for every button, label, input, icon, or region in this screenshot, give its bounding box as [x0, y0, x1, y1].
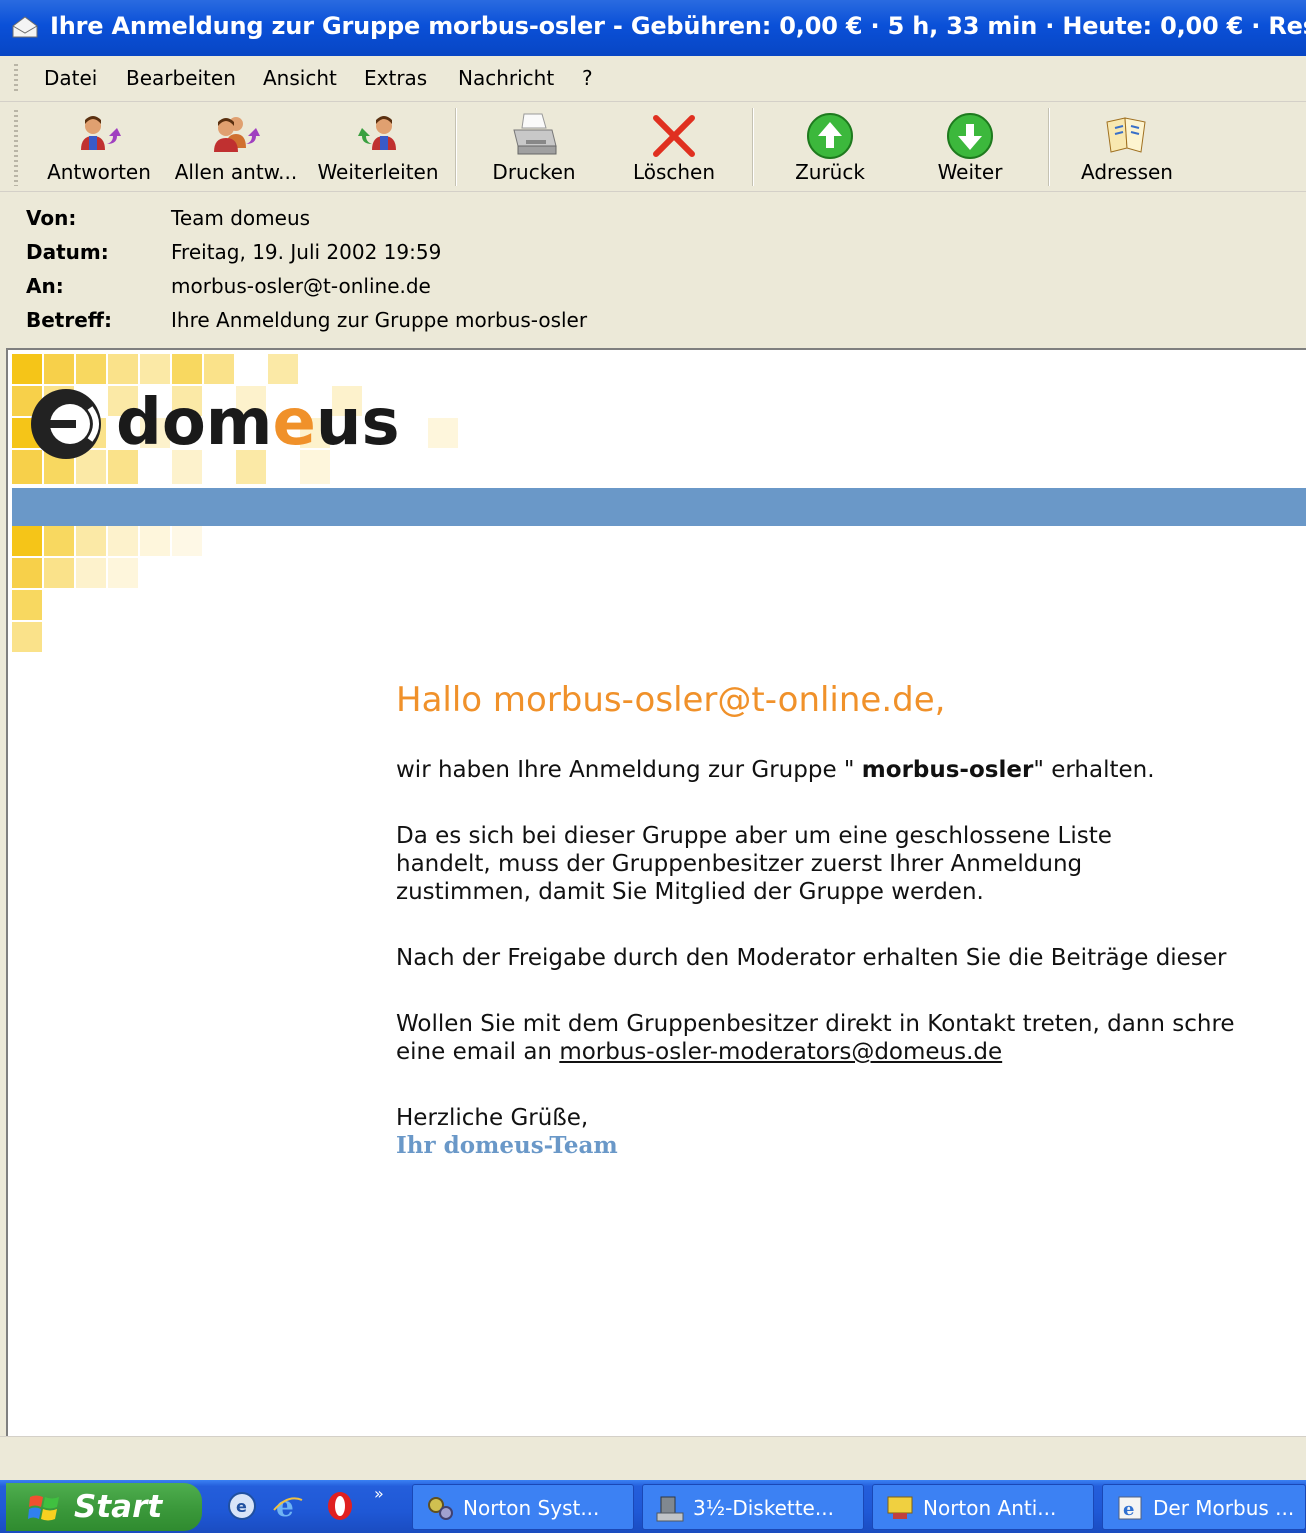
toolbar-separator [1048, 108, 1050, 186]
p2-line: zustimmen, damit Sie Mitglied der Gruppe… [396, 879, 984, 905]
floppy-drive-icon [656, 1496, 684, 1522]
to-value: morbus-osler@t-online.de [171, 274, 431, 298]
from-label: Von: [26, 206, 77, 230]
subject-label: Betreff: [26, 308, 112, 332]
forward-icon [358, 116, 396, 150]
mail-icon [12, 16, 38, 38]
address-book-icon [1106, 117, 1146, 153]
header-band [12, 488, 1306, 526]
paragraph-3: Nach der Freigabe durch den Moderator er… [396, 945, 1227, 971]
subject-value: Ihre Anmeldung zur Gruppe morbus-osler [171, 308, 588, 332]
arrow-up-icon [807, 113, 853, 159]
addresses-label: Adressen [1081, 160, 1173, 184]
logo-text: domeus [116, 386, 400, 460]
paragraph-4: Wollen Sie mit dem Gruppenbesitzer direk… [396, 1010, 1306, 1066]
browser-page-icon: e [1118, 1496, 1142, 1520]
domeus-logo: domeus [12, 354, 458, 484]
paragraph-2: Da es sich bei dieser Gruppe aber um ein… [396, 822, 1306, 906]
addresses-button[interactable]: Adressen [1066, 102, 1188, 192]
p4-line: eine email an morbus-osler-moderators@do… [396, 1038, 1306, 1066]
task-label: Der Morbus ... [1153, 1496, 1295, 1520]
menu-bar: Datei Bearbeiten Ansicht Extras Nachrich… [0, 56, 1306, 102]
p2-line: handelt, muss der Gruppenbesitzer zuerst… [396, 851, 1083, 877]
p2-line: Da es sich bei dieser Gruppe aber um ein… [396, 823, 1112, 849]
menu-help[interactable]: ? [582, 66, 593, 90]
message-content: Hallo morbus-osler@t-online.de, wir habe… [396, 680, 1306, 1198]
back-label: Zurück [795, 160, 865, 184]
arrow-down-icon [947, 113, 993, 159]
closing: Herzliche Grüße, [396, 1105, 589, 1131]
signature: Ihr domeus-Team [396, 1132, 618, 1159]
date-label: Datum: [26, 240, 109, 264]
menu-nachricht[interactable]: Nachricht [458, 66, 554, 90]
paragraph-1: wir haben Ihre Anmeldung zur Gruppe " mo… [396, 756, 1306, 784]
taskbar-item-norton-antivirus[interactable]: Norton Anti... [872, 1484, 1094, 1530]
reply-all-icon [214, 117, 260, 152]
print-label: Drucken [492, 160, 576, 184]
task-label: 3½-Diskette... [693, 1496, 834, 1520]
delete-label: Löschen [632, 160, 716, 184]
taskbar: Start e e » Norton Syst... 3½-Diskette..… [0, 1480, 1306, 1533]
moderator-email-link[interactable]: morbus-osler-moderators@domeus.de [559, 1039, 1002, 1065]
window-title: Ihre Anmeldung zur Gruppe morbus-osler -… [50, 12, 1306, 40]
menu-extras[interactable]: Extras [364, 66, 427, 90]
p4-line: Wollen Sie mit dem Gruppenbesitzer direk… [396, 1011, 1235, 1037]
quicklaunch-chevron-icon[interactable]: » [374, 1484, 384, 1503]
from-value: Team domeus [171, 206, 311, 230]
date-value: Freitag, 19. Juli 2002 19:59 [171, 240, 442, 264]
toolbar: Antworten Allen antw... Weiterleiten Dru… [0, 102, 1306, 192]
menubar-grip[interactable] [14, 64, 18, 94]
norton-antivirus-icon [887, 1496, 913, 1519]
reply-label: Antworten [47, 160, 151, 184]
opera-icon[interactable] [324, 1490, 356, 1522]
back-button[interactable]: Zurück [772, 102, 888, 192]
message-headers: Von: Team domeus Datum: Freitag, 19. Jul… [0, 192, 1306, 348]
toolbar-grip[interactable] [14, 110, 18, 186]
decorative-tiles [12, 526, 202, 652]
taskbar-item-der-morbus[interactable]: e Der Morbus ... [1102, 1484, 1306, 1530]
p1-text-end: " erhalten. [1033, 757, 1155, 783]
p4-text: eine email an [396, 1039, 560, 1065]
reply-all-label: Allen antw... [174, 160, 298, 184]
svg-text:e: e [236, 1497, 247, 1516]
windows-flag-icon [28, 1495, 59, 1521]
to-label: An: [26, 274, 64, 298]
greeting: Hallo morbus-osler@t-online.de, [396, 680, 946, 720]
status-bar [0, 1436, 1306, 1480]
toolbar-separator [752, 108, 754, 186]
start-button[interactable]: Start [6, 1483, 202, 1531]
message-body[interactable]: domeus Hallo morbus-osler@t-online.de, w… [6, 348, 1306, 1436]
delete-icon [653, 115, 695, 157]
signature-block: Herzliche Grüße, Ihr domeus-Team [396, 1104, 1306, 1160]
menu-bearbeiten[interactable]: Bearbeiten [126, 66, 236, 90]
start-label: Start [74, 1489, 163, 1525]
printer-icon [513, 113, 557, 155]
gears-icon [428, 1497, 453, 1520]
svg-text:e: e [1123, 1499, 1134, 1520]
group-name: morbus-osler [861, 757, 1034, 783]
next-label: Weiter [937, 160, 1003, 184]
reply-icon [81, 116, 121, 150]
forward-button[interactable]: Weiterleiten [314, 102, 442, 192]
internet-explorer-icon[interactable]: e [272, 1490, 304, 1522]
menu-datei[interactable]: Datei [44, 66, 97, 90]
taskbar-item-floppy[interactable]: 3½-Diskette... [642, 1484, 864, 1530]
delete-button[interactable]: Löschen [616, 102, 732, 192]
outlook-express-icon[interactable]: e [226, 1490, 258, 1522]
forward-label: Weiterleiten [317, 160, 439, 184]
task-label: Norton Syst... [463, 1496, 600, 1520]
print-button[interactable]: Drucken [476, 102, 592, 192]
reply-button[interactable]: Antworten [40, 102, 158, 192]
reply-all-button[interactable]: Allen antw... [172, 102, 300, 192]
task-label: Norton Anti... [923, 1496, 1057, 1520]
next-button[interactable]: Weiter [912, 102, 1028, 192]
taskbar-item-norton-systemworks[interactable]: Norton Syst... [412, 1484, 634, 1530]
logo-mark [31, 389, 101, 459]
toolbar-separator [455, 108, 457, 186]
title-bar: Ihre Anmeldung zur Gruppe morbus-osler -… [0, 0, 1306, 56]
menu-ansicht[interactable]: Ansicht [263, 66, 337, 90]
p1-text-start: wir haben Ihre Anmeldung zur Gruppe " [396, 757, 862, 783]
